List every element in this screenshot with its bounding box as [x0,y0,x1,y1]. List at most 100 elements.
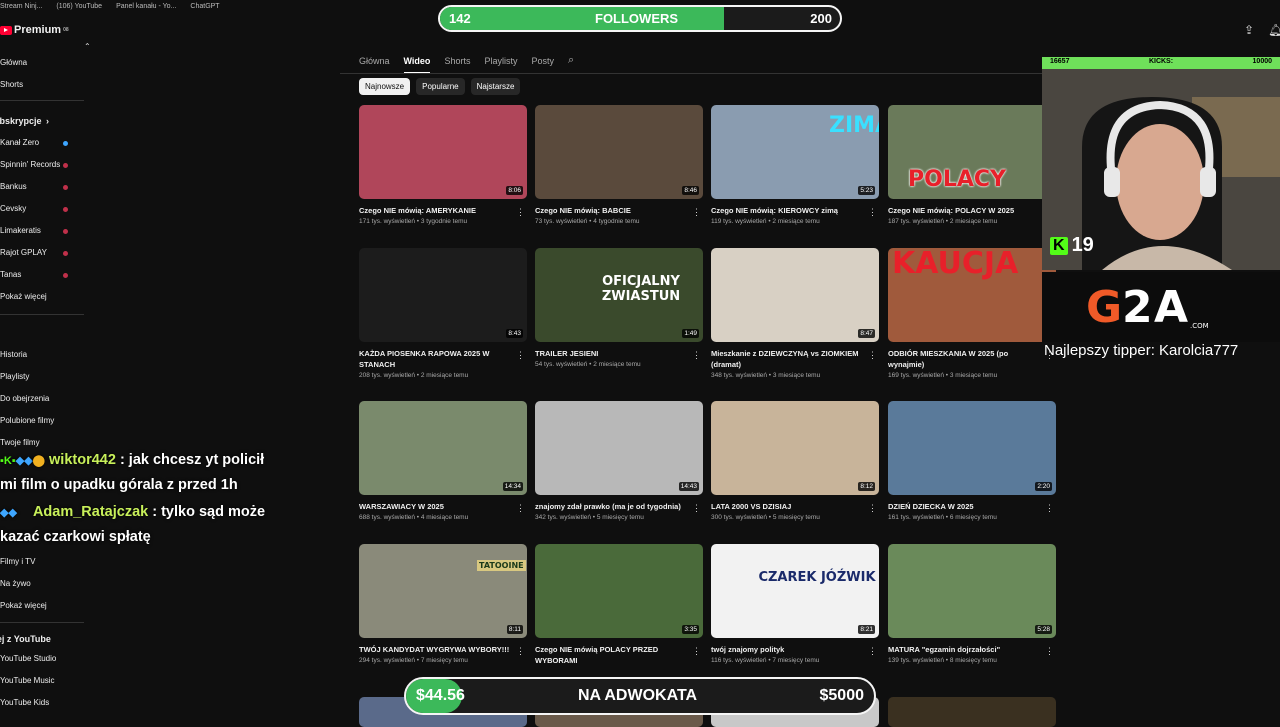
sidebar-item-watch-later[interactable]: Do obejrzenia [0,394,49,403]
chip-oldest[interactable]: Najstarsze [470,78,521,95]
tab-playlists[interactable]: Playlisty [484,56,517,74]
notifications-icon[interactable]: 🔔︎ [1268,23,1280,37]
video-card[interactable]: TATOOINE 8:11 TWÓJ KANDYDAT WYGRYWA WYBORY… [359,544,527,664]
video-title[interactable]: TRAILER JESIENI [535,348,703,359]
more-options-icon[interactable]: ⋮ [692,646,701,657]
video-card[interactable]: OFICJALNY ZWIASTUN 1:49 TRAILER JESIENI ⋮ 54… [535,248,703,368]
bookmark-item[interactable]: Panel kanału - Yo... [116,3,176,10]
sidebar-item-shorts[interactable]: Shorts [0,80,23,89]
sidebar-item-liked[interactable]: Polubione filmy [0,416,54,425]
video-card[interactable]: 8:43 KAŻDA PIOSENKA RAPOWA 2025 W STANACH… [359,248,527,379]
bookmark-item[interactable]: ChatGPT [190,3,219,10]
youtube-premium-logo[interactable]: Premium 08 [0,24,69,36]
more-options-icon[interactable]: ⋮ [692,350,701,361]
tab-home[interactable]: Główna [359,56,390,74]
sidebar-item-kids[interactable]: YouTube Kids [0,698,49,707]
video-thumbnail[interactable]: 8:47 [711,248,879,342]
video-thumbnail[interactable]: 8:12 [711,401,879,495]
video-card[interactable]: 2:20 DZIEŃ DZIECKA W 2025 ⋮ 161 tys. wyświe… [888,401,1056,521]
video-card[interactable]: 8:46 Czego NIE mówią: BABCIE ⋮ 73 tys. wyśw… [535,105,703,225]
more-options-icon[interactable]: ⋮ [868,207,877,218]
more-options-icon[interactable]: ⋮ [692,207,701,218]
video-title[interactable]: MATURA "egzamin dojrzałości" [888,644,1056,655]
sidebar-item-live[interactable]: Na żywo [0,579,31,588]
video-title[interactable]: Czego NIE mówią: KIEROWCY zimą [711,205,879,216]
more-options-icon[interactable]: ⋮ [868,350,877,361]
sidebar-item-history[interactable]: Historia [0,350,27,359]
sidebar-show-more[interactable]: Pokaż więcej [0,601,47,610]
video-title[interactable]: Mieszkanie z DZIEWCZYNĄ vs ZIOMKIEM (dra… [711,348,879,370]
more-options-icon[interactable]: ⋮ [1045,646,1054,657]
more-options-icon[interactable]: ⋮ [516,503,525,514]
video-card[interactable]: 14:43 znajomy zdał prawko (ma je od tygod… [535,401,703,521]
sidebar-sub-item[interactable]: Tanas [0,270,21,279]
sidebar-item-your-videos[interactable]: Twoje filmy [0,438,40,447]
video-title[interactable]: Czego NIE mówią POLACY PRZED WYBORAMI [535,644,703,666]
video-title[interactable]: DZIEŃ DZIECKA W 2025 [888,501,1056,512]
chip-newest[interactable]: Najnowsze [359,78,411,95]
video-title[interactable]: Czego NIE mówią: POLACY W 2025 [888,205,1056,216]
video-card[interactable]: 14:34 WARSZAWIACY W 2025 ⋮ 688 tys. wyświet… [359,401,527,521]
video-thumbnail[interactable]: POLACY [888,105,1056,199]
sidebar-show-more[interactable]: Pokaż więcej [0,292,47,301]
video-title[interactable]: KAŻDA PIOSENKA RAPOWA 2025 W STANACH [359,348,527,370]
sidebar-sub-item[interactable]: Limakeratis [0,226,41,235]
more-options-icon[interactable]: ⋮ [516,350,525,361]
more-options-icon[interactable]: ⋮ [1045,503,1054,514]
sidebar-item-music[interactable]: YouTube Music [0,676,55,685]
video-card[interactable]: 8:06 Czego NIE mówią: AMERYKANIE ⋮ 171 tys.… [359,105,527,225]
search-icon[interactable]: ⌕ [568,54,574,74]
video-card[interactable]: ZIMA 5:23 Czego NIE mówią: KIEROWCY zimą⋮ 1… [711,105,879,225]
video-title[interactable]: twój znajomy polityk [711,644,879,655]
video-title[interactable]: ODBIÓR MIESZKANIA W 2025 (po wynajmie) [888,348,1056,370]
video-thumbnail[interactable]: TATOOINE 8:11 [359,544,527,638]
video-thumbnail[interactable]: 8:06 [359,105,527,199]
sidebar-item-home[interactable]: Główna [0,58,27,67]
video-title[interactable]: Czego NIE mówią: AMERYKANIE [359,205,527,216]
tab-videos[interactable]: Wideo [403,56,431,74]
chevron-up-icon[interactable]: ⌃ [84,42,91,51]
video-card[interactable]: 8:47 Mieszkanie z DZIEWCZYNĄ vs ZIOMKIEM … [711,248,879,379]
sidebar-sub-item[interactable]: Spinnin' Records [0,160,60,169]
video-card[interactable]: POLACYCzego NIE mówią: POLACY W 2025⋮187… [888,105,1056,225]
more-options-icon[interactable]: ⋮ [868,646,877,657]
sidebar-sub-item[interactable]: Kanał Zero [0,138,39,147]
sidebar-sub-item[interactable]: Rajot GPLAY [0,248,47,257]
video-card[interactable]: 3:35 Czego NIE mówią POLACY PRZED WYBORAM… [535,544,703,668]
video-thumbnail[interactable]: 8:46 [535,105,703,199]
video-card[interactable]: KAUCJA ODBIÓR MIESZKANIA W 2025 (po wynaj… [888,248,1056,379]
video-title[interactable]: LATA 2000 VS DZISIAJ [711,501,879,512]
video-title[interactable]: Czego NIE mówią: BABCIE [535,205,703,216]
sidebar-sub-item[interactable]: Bankus [0,182,27,191]
video-thumbnail[interactable]: 14:43 [535,401,703,495]
video-thumbnail[interactable]: OFICJALNY ZWIASTUN 1:49 [535,248,703,342]
video-card[interactable]: 5:28 MATURA "egzamin dojrzałości" ⋮ 139 tys… [888,544,1056,664]
video-thumbnail[interactable] [888,697,1056,727]
video-thumbnail[interactable]: 2:20 [888,401,1056,495]
more-options-icon[interactable]: ⋮ [516,646,525,657]
video-thumbnail[interactable]: 8:43 [359,248,527,342]
video-title[interactable]: WARSZAWIACY W 2025 [359,501,527,512]
video-thumbnail[interactable]: CZAREK JÓŹWIK 8:21 [711,544,879,638]
bookmark-item[interactable]: (106) YouTube [56,3,102,10]
sidebar-item-playlists[interactable]: Playlisty [0,372,29,381]
more-options-icon[interactable]: ⋮ [868,503,877,514]
tab-posts[interactable]: Posty [531,56,554,74]
sidebar-item-studio[interactable]: YouTube Studio [0,654,56,663]
video-card[interactable]: CZAREK JÓŹWIK 8:21 twój znajomy polityk ⋮ 11… [711,544,879,664]
video-thumbnail[interactable]: ZIMA 5:23 [711,105,879,199]
sidebar-item-movies[interactable]: Filmy i TV [0,557,35,566]
sidebar-subscriptions-header[interactable]: Subskrypcje › [0,116,49,126]
tab-shorts[interactable]: Shorts [444,56,470,74]
upload-icon[interactable]: ⇪ [1244,23,1254,37]
chip-popular[interactable]: Popularne [416,78,465,95]
video-title[interactable]: znajomy zdał prawko (ma je od tygodnia) [535,501,703,512]
video-title[interactable]: TWÓJ KANDYDAT WYGRYWA WYBORY!!! [359,644,527,655]
more-options-icon[interactable]: ⋮ [516,207,525,218]
video-thumbnail[interactable]: 3:35 [535,544,703,638]
video-card[interactable]: 8:12 LATA 2000 VS DZISIAJ ⋮ 300 tys. wyświe… [711,401,879,521]
bookmark-item[interactable]: Stream Ninj... [0,3,42,10]
video-thumbnail[interactable]: KAUCJA [888,248,1056,342]
video-thumbnail[interactable]: 14:34 [359,401,527,495]
more-options-icon[interactable]: ⋮ [692,503,701,514]
